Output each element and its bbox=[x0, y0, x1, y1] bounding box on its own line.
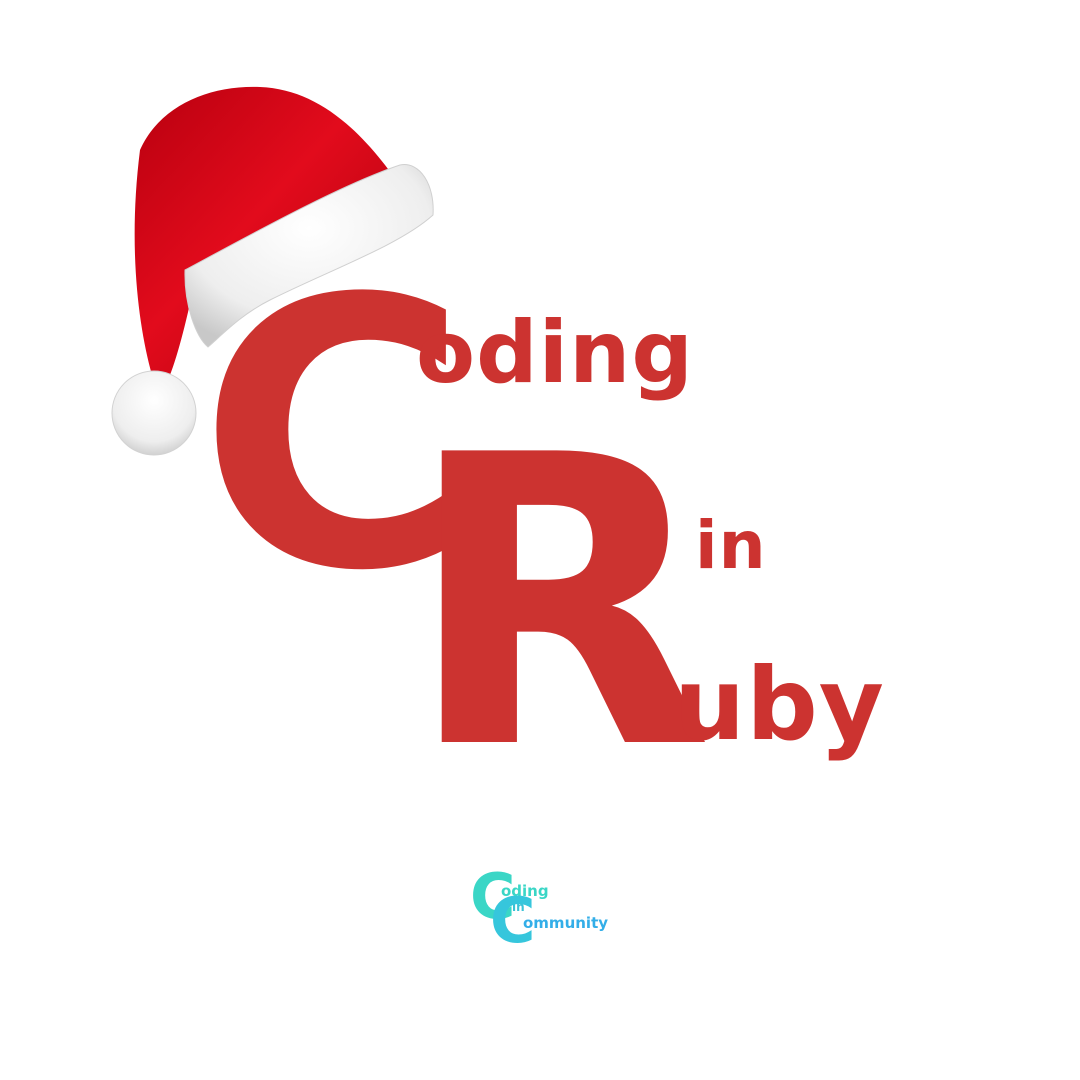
logo-word-in: in bbox=[695, 507, 767, 584]
santa-hat-icon bbox=[111, 86, 434, 456]
logo-big-r: R bbox=[405, 372, 714, 837]
coding-in-community-logo: C oding in C ommunity bbox=[468, 866, 618, 953]
logo-word-ruby: uby bbox=[674, 646, 885, 763]
stage: C oding R in uby C oding in C ommunity bbox=[0, 0, 1080, 1080]
footer-logo-word-community: ommunity bbox=[523, 914, 609, 932]
